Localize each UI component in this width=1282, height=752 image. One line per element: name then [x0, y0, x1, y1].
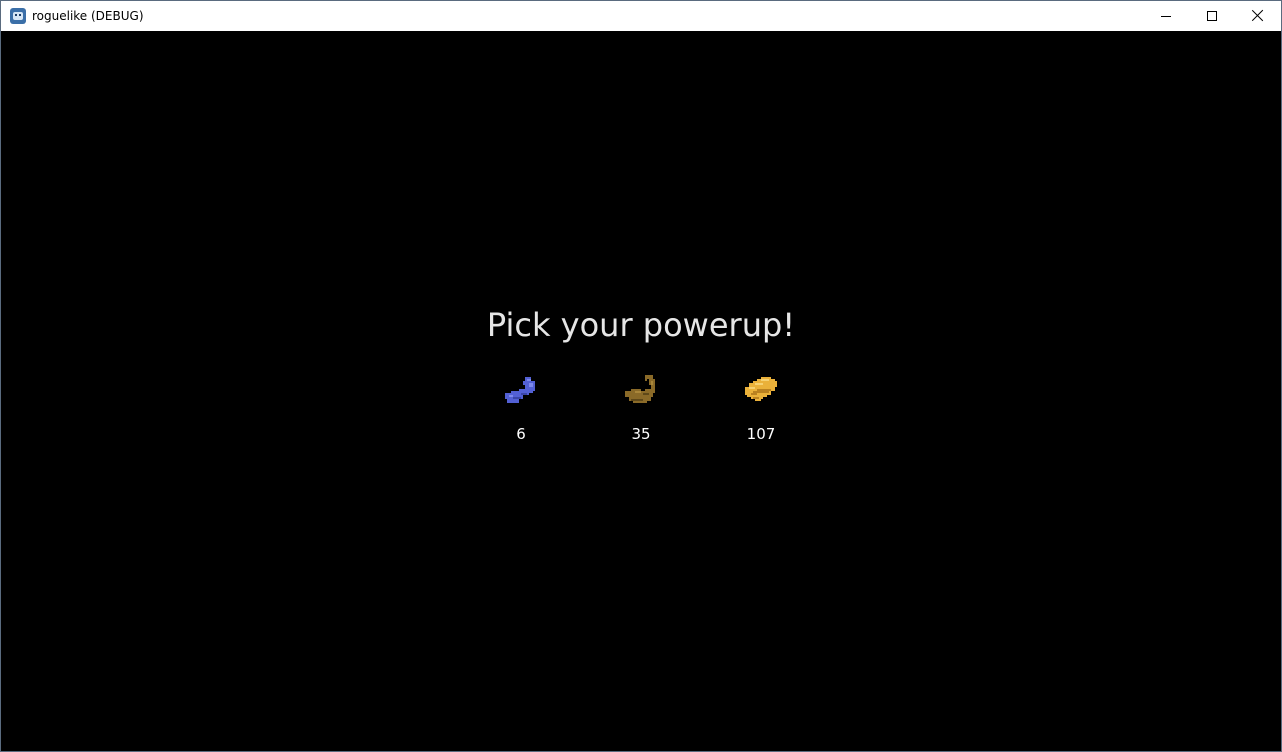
app-window: roguelike (DEBUG) Pick your powerup! 6 3…	[0, 0, 1282, 752]
title-bar[interactable]: roguelike (DEBUG)	[1, 1, 1281, 31]
flexed-arm-icon	[625, 375, 655, 403]
powerup-value: 6	[516, 425, 526, 443]
minimize-icon	[1161, 16, 1171, 17]
godot-app-icon	[10, 8, 26, 24]
sock-icon	[505, 377, 535, 403]
powerup-option-2[interactable]: 35	[601, 371, 681, 451]
window-title: roguelike (DEBUG)	[32, 9, 144, 23]
close-icon	[1252, 9, 1264, 21]
close-button[interactable]	[1235, 1, 1281, 31]
maximize-button[interactable]	[1189, 1, 1235, 31]
maximize-icon	[1207, 11, 1217, 21]
powerup-value: 107	[746, 425, 776, 443]
powerup-prompt: Pick your powerup!	[486, 306, 796, 344]
powerup-option-3[interactable]: 107	[721, 371, 801, 451]
minimize-button[interactable]	[1143, 1, 1189, 31]
gold-bar-icon	[745, 377, 777, 401]
powerup-value: 35	[631, 425, 651, 443]
powerup-option-1[interactable]: 6	[481, 371, 561, 451]
game-viewport: Pick your powerup! 6 35 107	[1, 31, 1281, 751]
